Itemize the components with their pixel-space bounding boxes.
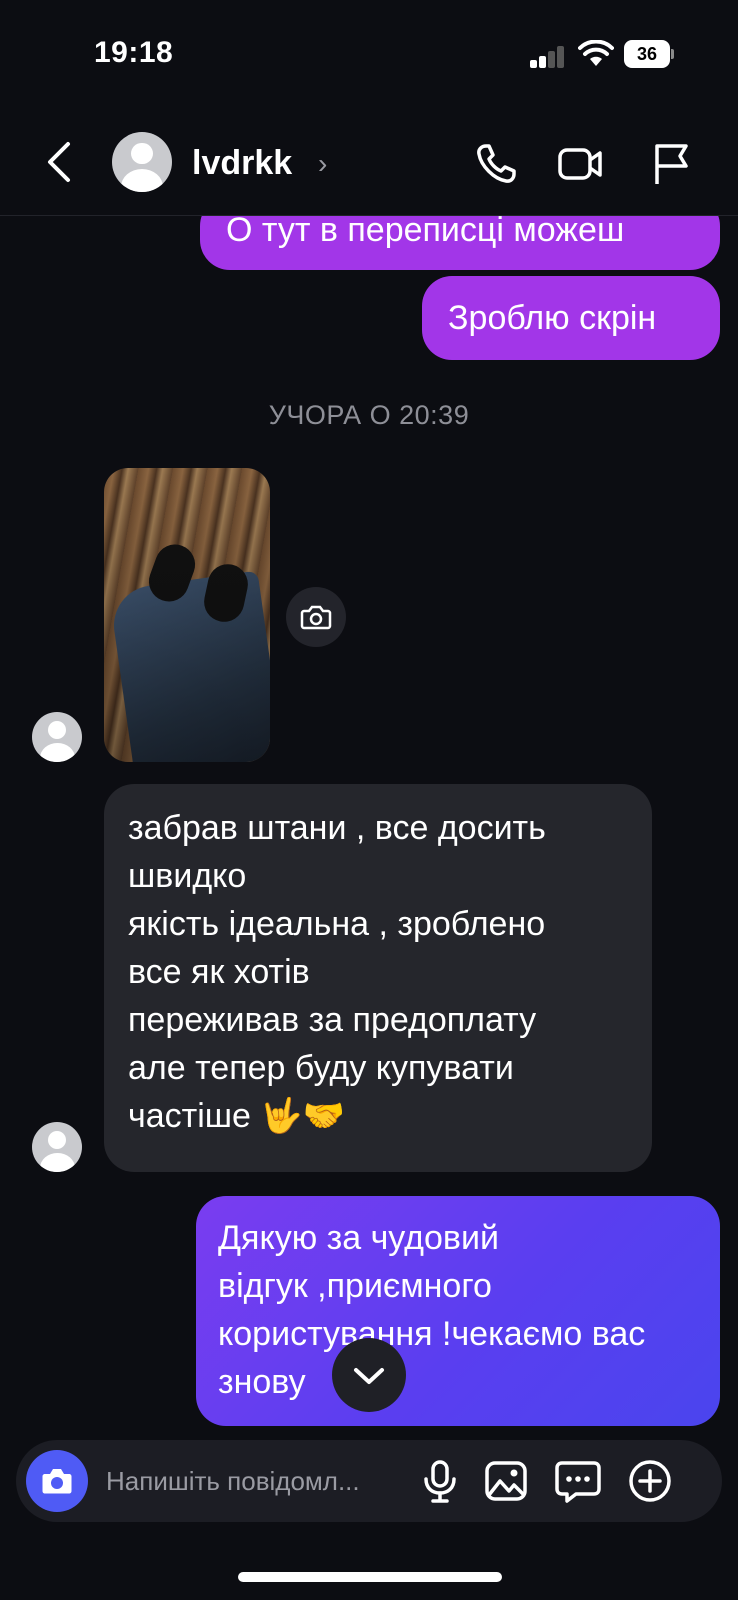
camera-button[interactable] (26, 1450, 88, 1512)
camera-icon (42, 1469, 72, 1494)
message-line: забрав штани , все досить (128, 809, 546, 847)
phone-icon[interactable] (472, 140, 520, 188)
battery-level: 36 (624, 40, 670, 68)
message-composer (16, 1440, 722, 1522)
back-icon[interactable] (40, 140, 80, 184)
sticker-icon[interactable] (554, 1457, 602, 1505)
photo-message[interactable] (104, 468, 270, 762)
chat-header: lvdrkk › (0, 110, 738, 216)
message-line: швидко (128, 857, 247, 895)
contact-avatar[interactable] (112, 132, 172, 192)
chevron-right-icon[interactable]: › (318, 148, 327, 180)
plus-icon[interactable] (626, 1457, 674, 1505)
contact-username[interactable]: lvdrkk (192, 144, 292, 183)
image-icon[interactable] (482, 1457, 530, 1505)
message-line: Дякую за чудовий (218, 1219, 499, 1257)
chevron-down-icon (354, 1368, 384, 1384)
flag-icon[interactable] (648, 140, 696, 188)
message-outgoing-reply[interactable]: Дякую за чудовий відгук ,приємного корис… (196, 1196, 720, 1426)
message-incoming[interactable]: забрав штани , все досить швидко якість … (104, 784, 652, 1172)
message-line: якість ідеальна , зроблено (128, 905, 546, 943)
status-bar: 19:18 36 (0, 0, 738, 110)
cellular-signal-icon (530, 44, 566, 68)
message-line: але тепер буду купувати (128, 1049, 514, 1087)
message-line: переживав за предоплату (128, 1001, 537, 1039)
message-line: все як хотів (128, 953, 310, 991)
date-separator: УЧОРА О 20:39 (268, 400, 470, 430)
message-line: частіше 🤟🤝 (128, 1097, 346, 1135)
battery-icon: 36 (624, 40, 674, 68)
home-indicator (238, 1572, 502, 1582)
message-text: Зроблю скрін (448, 299, 657, 337)
message-line: знову (218, 1363, 306, 1401)
wifi-icon (578, 40, 614, 66)
scroll-to-bottom-button[interactable] (332, 1338, 406, 1412)
microphone-icon[interactable] (416, 1457, 464, 1505)
message-line: користування !чекаємо вас (218, 1315, 646, 1353)
video-icon[interactable] (556, 140, 604, 188)
message-outgoing[interactable]: Зроблю скрін (422, 276, 720, 360)
message-text: О тут в переписці можеш (226, 211, 625, 249)
message-input[interactable] (106, 1440, 406, 1522)
sender-avatar[interactable] (32, 1122, 82, 1172)
camera-icon[interactable] (286, 587, 346, 647)
message-line: відгук ,приємного (218, 1267, 492, 1305)
sender-avatar[interactable] (32, 712, 82, 762)
status-time: 19:18 (94, 36, 174, 69)
